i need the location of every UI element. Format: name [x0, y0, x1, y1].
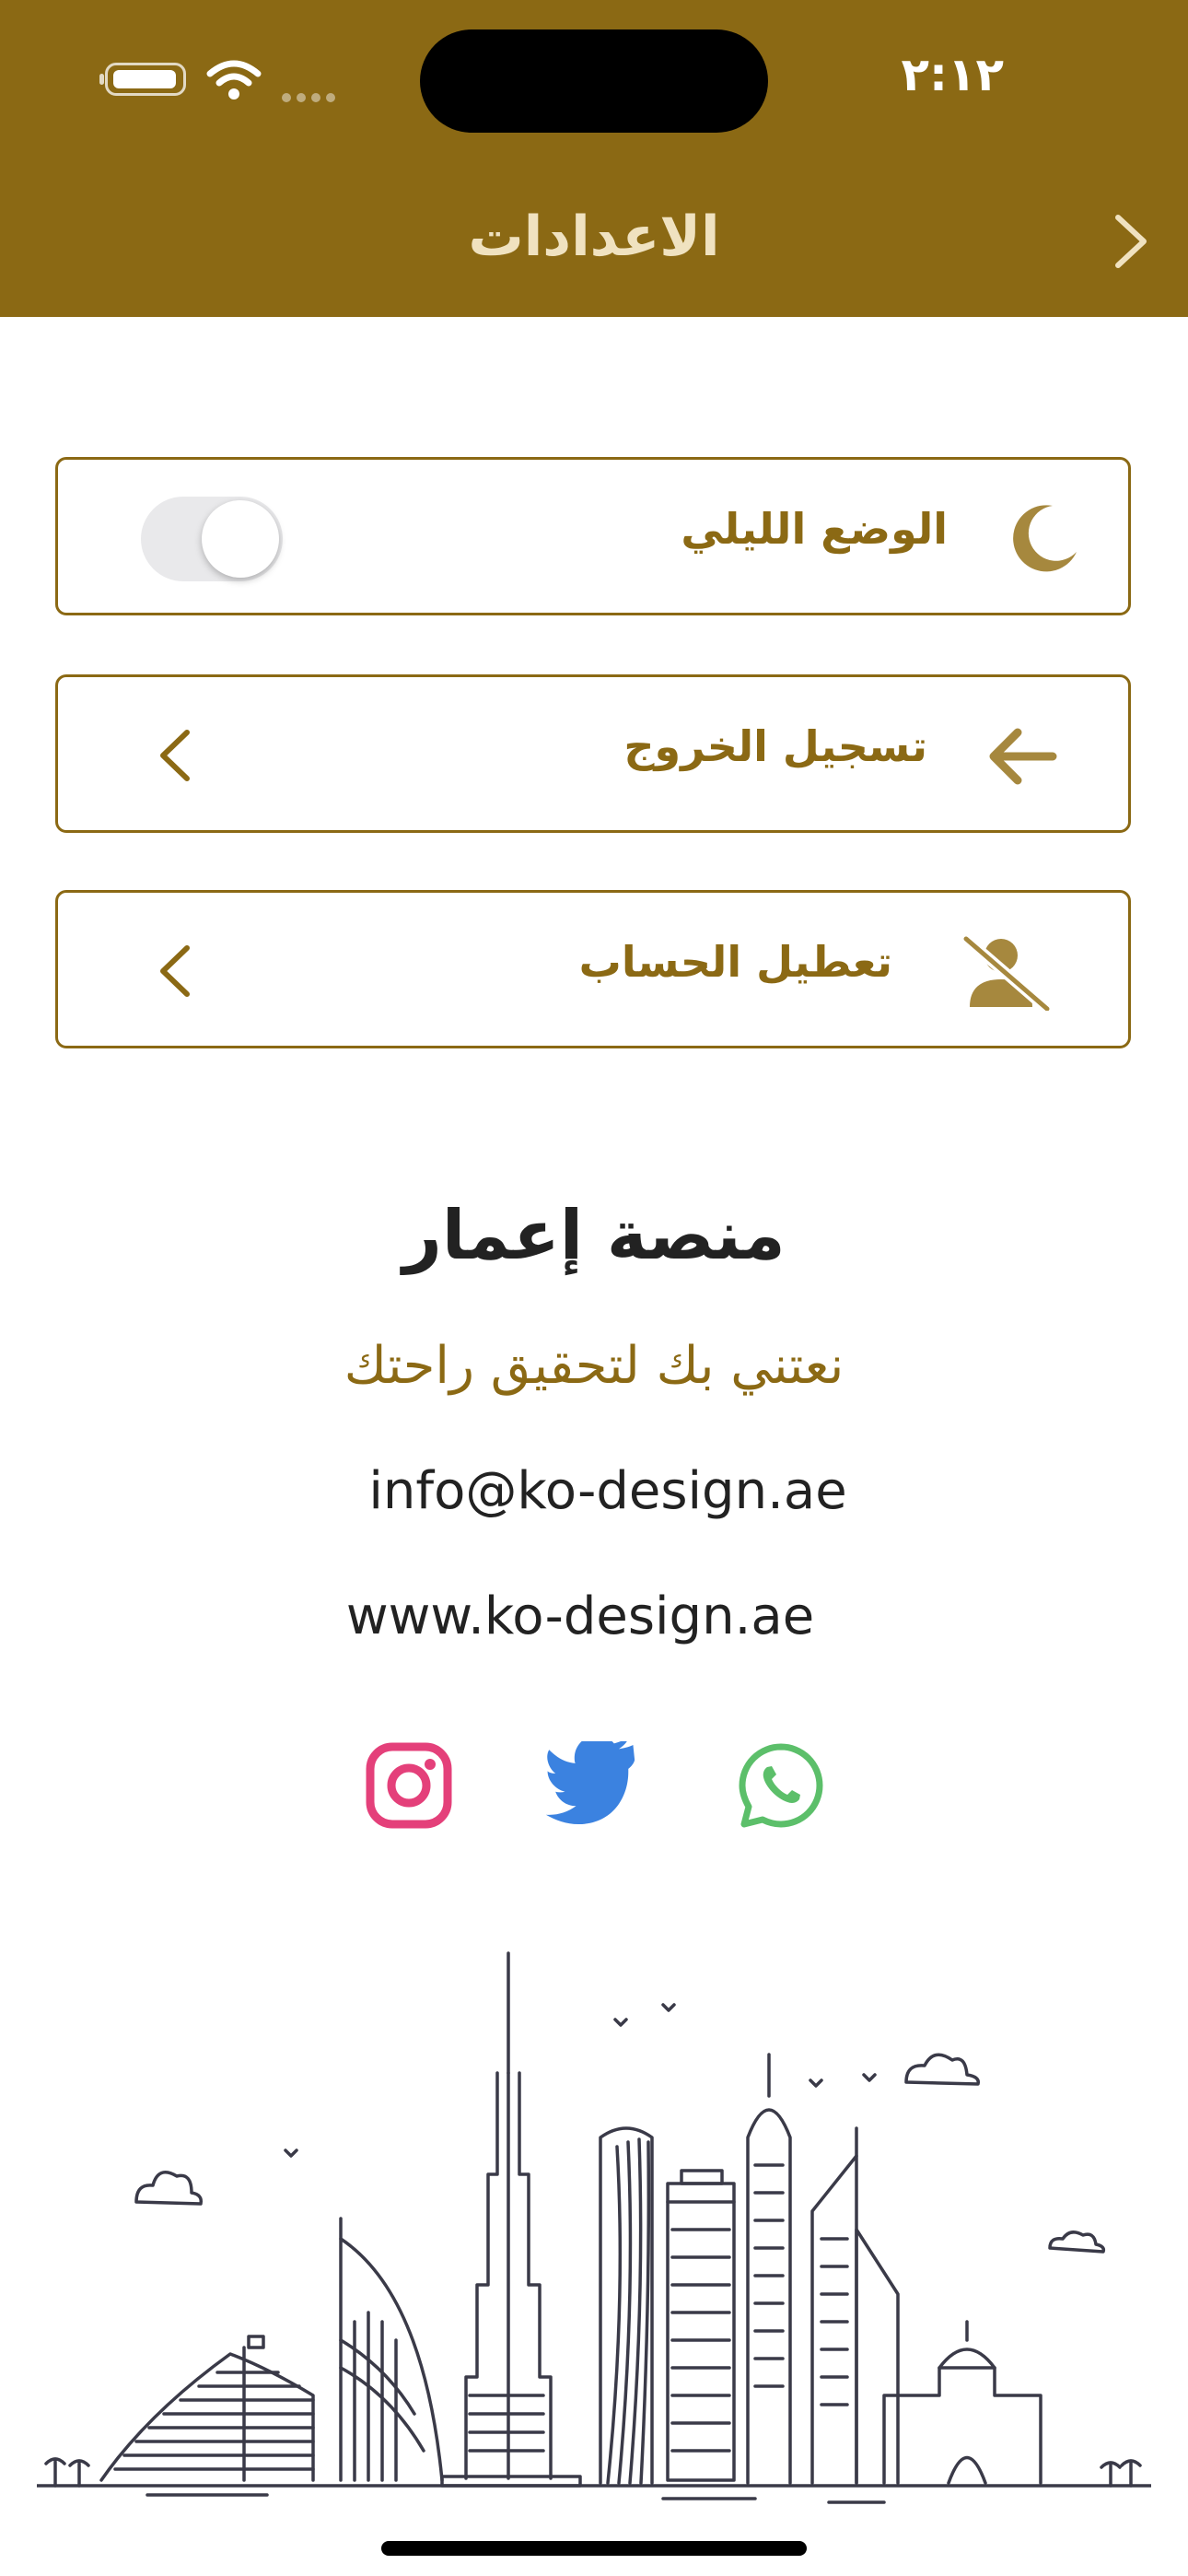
website-link[interactable]: www.ko-design.ae: [0, 1587, 1188, 1646]
city-skyline-illustration: [37, 1951, 1151, 2504]
battery-icon: [99, 63, 186, 96]
twitter-icon[interactable]: [545, 1741, 646, 1830]
night-mode-row[interactable]: الوضع الليلي: [55, 457, 1131, 615]
moon-icon: [1013, 505, 1077, 572]
whatsapp-icon[interactable]: [737, 1741, 825, 1830]
chevron-left-icon[interactable]: [154, 941, 198, 1001]
user-slash-icon: [962, 934, 1051, 1011]
arrow-left-icon: [989, 728, 1057, 785]
logout-label: تسجيل الخروج: [623, 721, 927, 771]
status-time: ٢:١٢: [901, 48, 1004, 101]
dynamic-island: [420, 29, 768, 133]
page-title: الاعدادات: [468, 205, 720, 269]
contact-email[interactable]: info@ko-design.ae: [0, 1461, 1188, 1521]
toggle-knob: [202, 500, 279, 578]
app-header: ٢:١٢ الاعدادات: [0, 0, 1188, 317]
night-mode-label: الوضع الليلي: [681, 504, 948, 554]
platform-name: منصة إعمار: [402, 1196, 786, 1275]
cellular-signal-icon: [282, 88, 341, 106]
wifi-icon: [206, 60, 262, 100]
logout-row[interactable]: تسجيل الخروج: [55, 674, 1131, 833]
platform-tagline: نعتني بك لتحقيق راحتك: [344, 1336, 844, 1396]
night-mode-toggle[interactable]: [141, 497, 283, 581]
back-chevron-icon[interactable]: [1101, 208, 1157, 275]
home-indicator[interactable]: [381, 2541, 807, 2556]
instagram-icon[interactable]: [365, 1741, 453, 1830]
deactivate-account-row[interactable]: تعطيل الحساب: [55, 890, 1131, 1048]
deactivate-account-label: تعطيل الحساب: [578, 937, 892, 987]
chevron-left-icon[interactable]: [154, 725, 198, 786]
